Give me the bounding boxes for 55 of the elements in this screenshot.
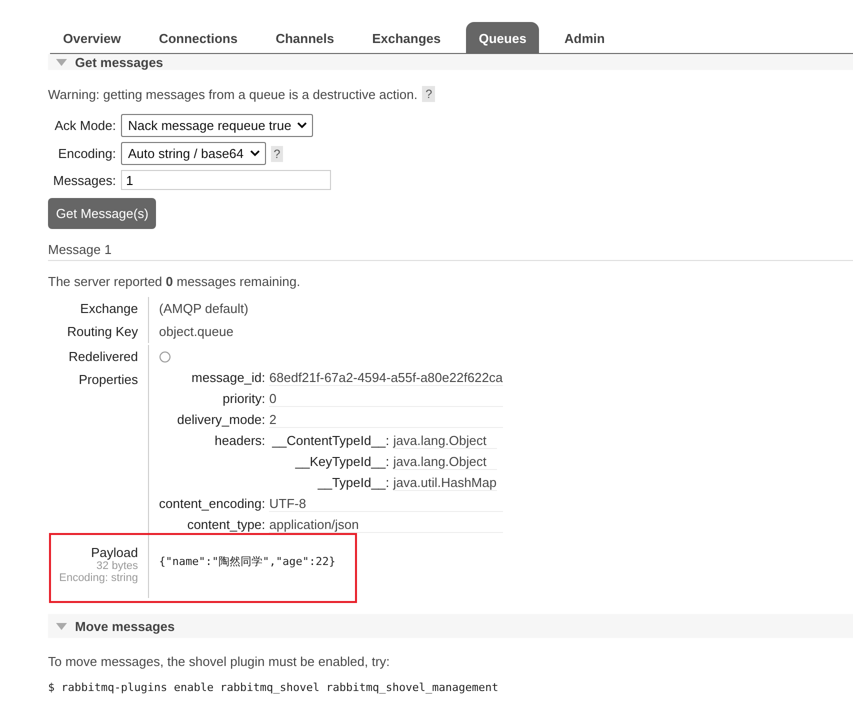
section-title: Move messages	[75, 618, 175, 634]
warning-text: Warning: getting messages from a queue is a destructive action.	[48, 86, 418, 102]
info-text: To move messages, the shovel plugin must be enabled, try:	[48, 654, 391, 669]
nav-tab[interactable]: Overview	[50, 22, 134, 53]
header-value: java.util.HashMap	[393, 475, 497, 491]
payload-text: {"name":"陶然同学","age":22}	[159, 555, 336, 568]
caret-icon	[250, 150, 260, 157]
property-key: headers:	[159, 433, 266, 491]
property-key: delivery_mode:	[159, 412, 266, 428]
section-header[interactable]: Move messages	[48, 614, 853, 638]
row-label: Payload	[91, 545, 138, 560]
nav-tab[interactable]: Channels	[262, 22, 348, 53]
row-value: (AMQP default)	[159, 301, 248, 316]
property-key: priority:	[159, 391, 266, 407]
input-field[interactable]: 1	[121, 170, 331, 190]
status-text: The server reported 0 messages remaining.	[48, 274, 302, 289]
section-header[interactable]: Get messages	[48, 54, 853, 70]
header-key: __TypeId__:	[269, 475, 390, 491]
get-messages-button[interactable]: Get Message(s)	[48, 198, 156, 229]
command-text: $ rabbitmq-plugins enable rabbitmq_shovel rabbitmq_shovel_management	[48, 681, 500, 694]
property-value: 68edf21f-67a2-4594-a55f-a80e22f622ca	[269, 370, 503, 386]
header-key: __KeyTypeId__:	[269, 454, 390, 470]
payload-size: 32 bytes	[96, 560, 138, 572]
message-heading: Message 1	[48, 242, 853, 261]
help-button[interactable]: ?	[270, 146, 284, 162]
nav-tab[interactable]: Exchanges	[359, 22, 454, 53]
row-label: Redelivered	[68, 349, 138, 364]
property-key: content_type:	[159, 517, 266, 533]
field-label: Messages:	[52, 172, 116, 188]
row-label: Exchange	[80, 301, 138, 316]
dropdown[interactable]: Auto string / base64	[121, 142, 266, 165]
field-label: Encoding:	[57, 146, 116, 161]
nav-tab[interactable]: Connections	[146, 22, 251, 53]
header-key: __ContentTypeId__:	[269, 433, 390, 449]
triangle-icon	[56, 622, 67, 630]
property-value: 0	[269, 391, 503, 407]
property-key: message_id:	[159, 370, 266, 386]
dropdown[interactable]: Nack message requeue true	[121, 114, 314, 137]
nav-tab[interactable]: Queues	[466, 22, 540, 53]
help-button[interactable]: ?	[422, 86, 436, 102]
property-value: UTF-8	[269, 496, 503, 512]
row-label: Routing Key	[67, 324, 138, 339]
nav-tab[interactable]: Admin	[551, 22, 618, 53]
property-key: content_encoding:	[159, 496, 266, 512]
field-label: Ack Mode:	[54, 118, 116, 133]
header-value: java.lang.Object	[393, 433, 497, 449]
caret-icon	[297, 122, 308, 129]
property-value: 2	[269, 412, 503, 428]
section-title: Get messages	[75, 54, 164, 70]
triangle-icon	[56, 58, 67, 66]
header-value: java.lang.Object	[393, 454, 497, 470]
payload-encoding: Encoding: string	[59, 572, 138, 584]
property-value: application/json	[269, 517, 503, 533]
row-label: Properties	[78, 372, 138, 387]
row-value: object.queue	[159, 324, 234, 339]
